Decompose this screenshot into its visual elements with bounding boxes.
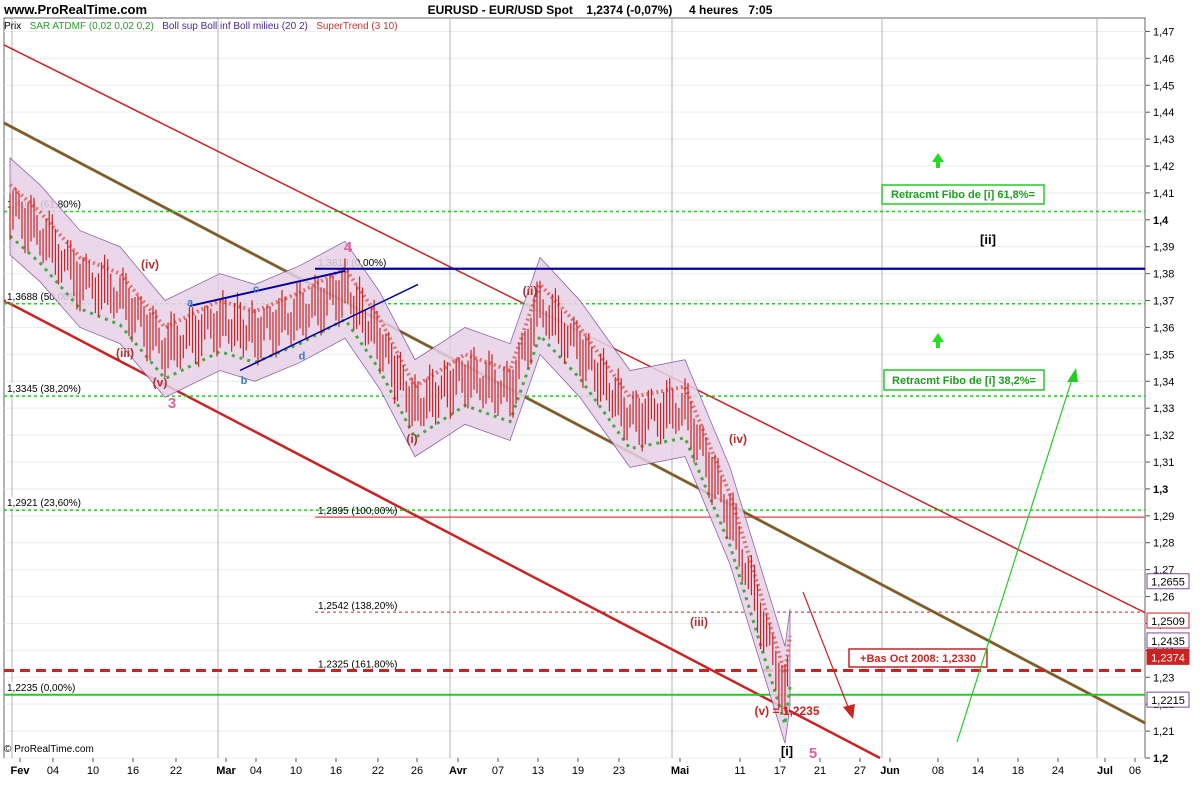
y-tick-label: 1,36	[1153, 322, 1174, 334]
chart-title: EURUSD - EUR/USD Spot 1,2374 (-0,07%) 4 …	[0, 3, 1200, 17]
price-tag-label: 1,2435	[1151, 636, 1185, 648]
last-quote: 1,2374 (-0,07%)	[586, 3, 673, 17]
fibo-ext-label: 1,2325 (161,80%)	[318, 660, 398, 671]
fibo-label: 1,2921 (23,60%)	[7, 498, 81, 509]
x-tick-label: 24	[1052, 765, 1064, 777]
y-tick-label: 1,4	[1153, 215, 1169, 227]
x-tick-label: 04	[250, 765, 262, 777]
x-tick-label: Avr	[449, 765, 468, 777]
x-tick-label: 27	[854, 765, 866, 777]
price-tag-label: 1,2215	[1151, 695, 1185, 707]
y-tick-label: 1,47	[1153, 26, 1174, 38]
wave-label: (iii)	[690, 615, 708, 629]
y-tick-label: 1,31	[1153, 457, 1174, 469]
clock-time: 7:05	[748, 3, 773, 17]
y-tick-label: 1,29	[1153, 511, 1174, 523]
y-tick-label: 1,34	[1153, 376, 1174, 388]
wave-label-v-low: (v) = 1,2235	[754, 704, 819, 718]
fibo-ext-label: 1,2542 (138,20%)	[318, 601, 398, 612]
wave-label: (iv)	[729, 432, 747, 446]
y-tick-label: 1,32	[1153, 430, 1174, 442]
fibo-label: 1,3345 (38,20%)	[7, 384, 81, 395]
y-tick-label: 1,41	[1153, 188, 1174, 200]
x-tick-label: 22	[170, 765, 182, 777]
y-tick-label: 1,37	[1153, 296, 1174, 308]
wave-label-major: 5	[809, 745, 817, 762]
x-tick-label: 16	[127, 765, 139, 777]
x-tick-label: 26	[411, 765, 423, 777]
x-tick-label: 10	[290, 765, 302, 777]
x-tick-label: 14	[972, 765, 984, 777]
x-tick-label: 23	[613, 765, 625, 777]
x-tick-label: 13	[532, 765, 544, 777]
y-tick-label: 1,21	[1153, 726, 1174, 738]
x-tick-label: 19	[572, 765, 584, 777]
wave-label: (ii)	[523, 284, 538, 298]
x-tick-label: 06	[1129, 765, 1141, 777]
timeframe: 4 heures	[689, 3, 739, 17]
legend-supertrend: SuperTrend (3 10)	[316, 21, 398, 32]
indicator-legend: Prix SAR ATDMF (0,02 0,02 0,2) Boll sup …	[4, 21, 398, 32]
instrument-name: EURUSD - EUR/USD Spot	[427, 3, 573, 17]
price-chart: 1,47 1,46 1,45 1,44 1,43 1,42 1,41 1,4 1,39 1,38 1…	[3, 17, 1190, 777]
y-tick-label: 1,26	[1153, 592, 1174, 604]
wave-letter: a	[187, 297, 194, 309]
wave-label: (iii)	[116, 346, 134, 360]
wave-label-major: 4	[344, 239, 353, 256]
y-tick-label: 1,28	[1153, 538, 1174, 550]
x-tick-label: 17	[774, 765, 786, 777]
legend-boll: Boll sup Boll inf Boll milieu (20 2)	[162, 21, 308, 32]
wave-letter: d	[299, 351, 306, 363]
price-tag-label: 1,2655	[1151, 577, 1185, 589]
y-tick-label: 1,39	[1153, 242, 1174, 254]
y-tick-label: 1,33	[1153, 403, 1174, 415]
x-tick-label: Mai	[671, 765, 689, 777]
x-tick-label: Jul	[1097, 765, 1113, 777]
x-tick-label: 04	[47, 765, 59, 777]
retrace-61-label: Retracmt Fibo de [i] 61,8%=	[891, 189, 1035, 201]
wave-label-ii: [ii]	[980, 232, 996, 247]
y-tick-label: 1,46	[1153, 53, 1174, 65]
y-tick-label: 1,43	[1153, 134, 1174, 146]
x-tick-label: 08	[932, 765, 944, 777]
x-tick-label: 22	[372, 765, 384, 777]
x-tick-label: Fev	[11, 765, 31, 777]
wave-label: (v)	[153, 376, 168, 390]
x-tick-label: 10	[87, 765, 99, 777]
wave-label: (i)	[406, 432, 417, 446]
x-tick-label: 11	[734, 765, 745, 777]
y-tick-label: 1,38	[1153, 269, 1174, 281]
x-tick-label: 21	[814, 765, 826, 777]
y-tick-label: 1,2	[1153, 753, 1168, 765]
wave-label-i: [i]	[781, 743, 793, 758]
x-tick-label: 16	[330, 765, 342, 777]
bas-oct-label: +Bas Oct 2008: 1,2330	[860, 653, 976, 665]
price-tag-label: 1,2374	[1151, 652, 1185, 664]
wave-label-major: 3	[168, 395, 176, 412]
x-tick-label: Mar	[216, 765, 236, 777]
wave-letter: c	[253, 283, 259, 295]
fibo-ext-label: 1,2895 (100,00%)	[318, 506, 398, 517]
fibo-label: 1,2235 (0,00%)	[7, 683, 75, 694]
x-tick-label: Jun	[880, 765, 900, 777]
y-tick-label: 1,45	[1153, 80, 1174, 92]
price-tag-label: 1,2509	[1151, 616, 1185, 628]
x-tick-label: 07	[492, 765, 504, 777]
wave-label: (iv)	[141, 257, 159, 271]
y-tick-label: 1,3	[1153, 484, 1168, 496]
legend-prix: Prix	[4, 21, 22, 32]
y-tick-label: 1,35	[1153, 349, 1174, 361]
copyright-text: © ProRealTime.com	[4, 744, 94, 755]
y-tick-label: 1,23	[1153, 672, 1174, 684]
y-tick-label: 1,42	[1153, 161, 1174, 173]
legend-sar: SAR ATDMF (0,02 0,02 0,2)	[29, 21, 154, 32]
wave-letter: b	[241, 375, 248, 387]
x-tick-label: 18	[1012, 765, 1024, 777]
retrace-38-label: Retracmt Fibo de [i] 38,2%=	[892, 375, 1036, 387]
y-tick-label: 1,44	[1153, 107, 1174, 119]
